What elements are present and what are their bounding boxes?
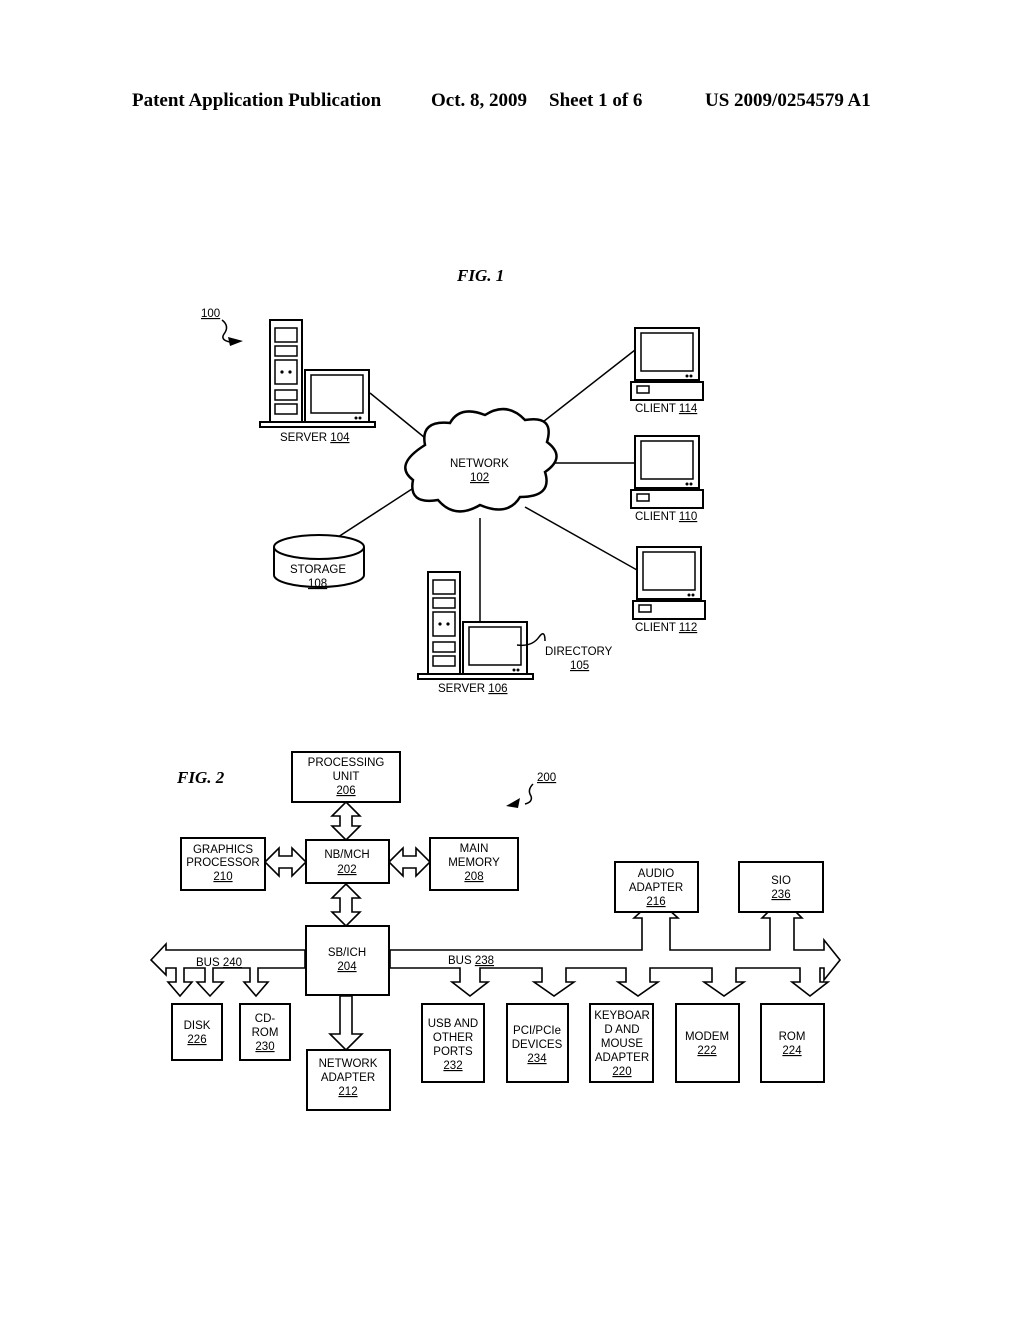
patent-figures: 100 SERVER 104 NETWORK 102 CLIENT 114 CL… <box>149 308 842 1111</box>
svg-text:216: 216 <box>646 896 665 908</box>
svg-text:212: 212 <box>338 1086 357 1098</box>
storage-label: STORAGE <box>290 564 346 576</box>
svg-text:226: 226 <box>187 1034 206 1046</box>
client-112-label: CLIENT 112 <box>635 622 697 634</box>
svg-text:PROCESSING: PROCESSING <box>308 757 385 769</box>
svg-text:204: 204 <box>337 961 357 973</box>
audio-adapter-box: AUDIO ADAPTER 216 <box>614 861 699 913</box>
directory-label: DIRECTORY <box>545 646 613 658</box>
client-110-icon <box>630 435 704 509</box>
svg-text:MODEM: MODEM <box>685 1031 729 1043</box>
sio-box: SIO 236 <box>738 861 824 913</box>
keyboard-mouse-adapter-box: KEYBOAR D AND MOUSE ADAPTER 220 <box>589 1003 654 1083</box>
disk-box: DISK 226 <box>171 1003 223 1061</box>
svg-text:NB/MCH: NB/MCH <box>324 849 369 861</box>
svg-text:UNIT: UNIT <box>333 771 360 783</box>
svg-text:MEMORY: MEMORY <box>448 857 500 869</box>
svg-text:ROM: ROM <box>779 1031 806 1043</box>
svg-text:ADAPTER: ADAPTER <box>321 1072 375 1084</box>
client-110-label: CLIENT 110 <box>635 511 697 523</box>
svg-text:NETWORK: NETWORK <box>319 1058 378 1070</box>
svg-text:OTHER: OTHER <box>433 1032 473 1044</box>
network-number: 102 <box>470 472 489 484</box>
sb-ich-box: SB/ICH 204 <box>305 925 390 996</box>
svg-text:PROCESSOR: PROCESSOR <box>186 857 260 869</box>
ref-arrow-icon <box>228 337 243 346</box>
fig1-ref-number: 100 <box>201 308 220 320</box>
bus-238-label: BUS 238 <box>448 955 494 967</box>
svg-text:D AND: D AND <box>604 1024 639 1036</box>
svg-text:224: 224 <box>782 1045 802 1057</box>
cdrom-box: CD- ROM 230 <box>239 1003 291 1061</box>
svg-text:DISK: DISK <box>184 1020 211 1032</box>
svg-text:234: 234 <box>527 1053 547 1065</box>
svg-text:ADAPTER: ADAPTER <box>629 882 683 894</box>
ref-200-arrow-icon <box>506 798 520 808</box>
svg-text:GRAPHICS: GRAPHICS <box>193 844 253 856</box>
svg-text:ADAPTER: ADAPTER <box>595 1052 649 1064</box>
network-adapter-box: NETWORK ADAPTER 212 <box>306 1049 391 1111</box>
server-104-icon <box>259 319 376 428</box>
fig2-ref-number: 200 <box>537 772 556 784</box>
graphics-processor-box: GRAPHICS PROCESSOR 210 <box>180 837 266 891</box>
svg-text:220: 220 <box>612 1066 631 1078</box>
client-112-icon <box>632 546 706 620</box>
svg-text:ROM: ROM <box>252 1027 279 1039</box>
storage-number: 108 <box>308 578 327 590</box>
rom-box: ROM 224 <box>760 1003 825 1083</box>
nb-mch-box: NB/MCH 202 <box>305 839 390 884</box>
svg-text:208: 208 <box>464 871 483 883</box>
svg-text:KEYBOAR: KEYBOAR <box>594 1010 650 1022</box>
svg-text:PCI/PCIe: PCI/PCIe <box>513 1025 561 1037</box>
svg-text:232: 232 <box>443 1060 462 1072</box>
svg-text:MAIN: MAIN <box>460 843 489 855</box>
processing-unit-box: PROCESSING UNIT 206 <box>291 751 401 803</box>
svg-text:236: 236 <box>771 889 790 901</box>
main-memory-box: MAIN MEMORY 208 <box>429 837 519 891</box>
modem-box: MODEM 222 <box>675 1003 740 1083</box>
bus-240-label: BUS 240 <box>196 957 242 969</box>
ref-200-leader-line <box>524 783 534 805</box>
usb-ports-box: USB AND OTHER PORTS 232 <box>421 1003 485 1083</box>
server-106-icon <box>417 571 534 680</box>
svg-text:230: 230 <box>255 1041 274 1053</box>
network-label: NETWORK <box>450 458 509 470</box>
directory-number: 105 <box>570 660 589 672</box>
pci-devices-box: PCI/PCIe DEVICES 234 <box>506 1003 569 1083</box>
svg-text:AUDIO: AUDIO <box>638 868 674 880</box>
svg-text:CD-: CD- <box>255 1013 276 1025</box>
svg-text:MOUSE: MOUSE <box>601 1038 644 1050</box>
server-104-label: SERVER 104 <box>280 432 350 444</box>
svg-text:222: 222 <box>697 1045 716 1057</box>
svg-text:USB AND: USB AND <box>428 1018 479 1030</box>
svg-text:PORTS: PORTS <box>433 1046 473 1058</box>
svg-text:SIO: SIO <box>771 875 791 887</box>
svg-text:SB/ICH: SB/ICH <box>328 947 366 959</box>
svg-text:206: 206 <box>336 785 355 797</box>
svg-text:202: 202 <box>337 864 356 876</box>
svg-text:210: 210 <box>213 871 232 883</box>
server-106-label: SERVER 106 <box>438 683 507 695</box>
client-114-icon <box>630 327 704 401</box>
client-114-label: CLIENT 114 <box>635 403 698 415</box>
svg-text:DEVICES: DEVICES <box>512 1039 563 1051</box>
